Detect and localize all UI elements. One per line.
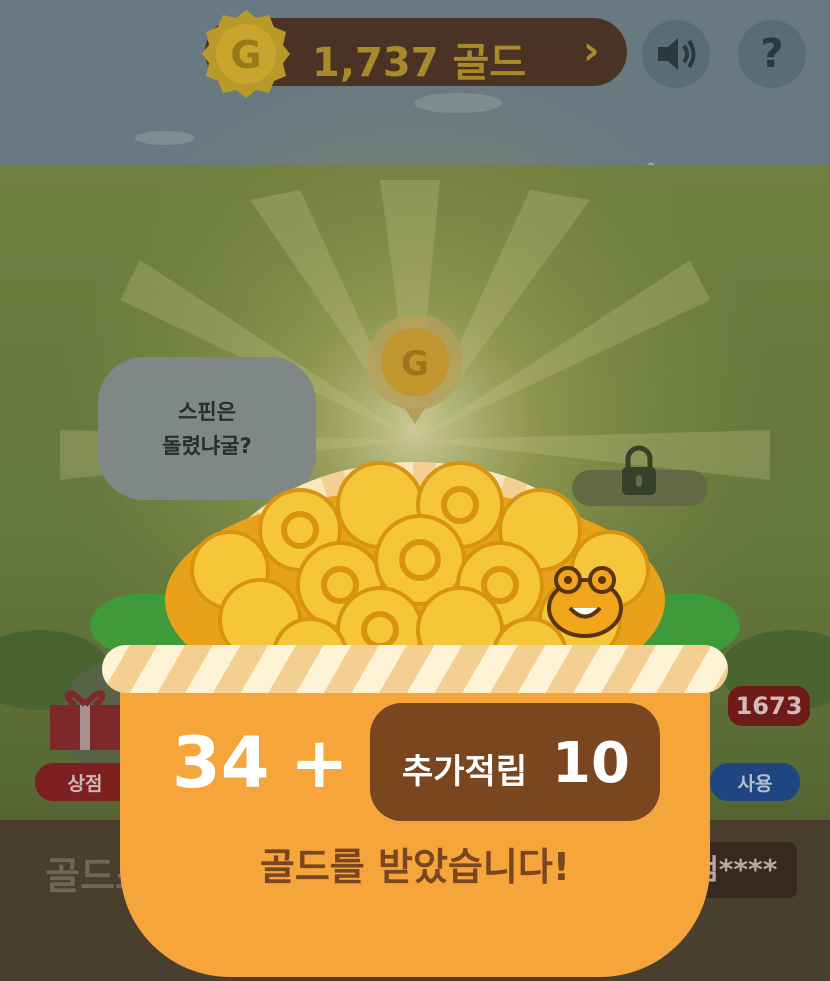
reward-plus-sign: + — [290, 722, 349, 804]
bonus-amount: 10 — [552, 731, 630, 796]
reward-base-amount: 34 — [172, 722, 270, 804]
frog-mascot — [547, 566, 623, 638]
reward-message: 골드를 받았습니다! — [259, 845, 571, 889]
basket-rim — [102, 645, 728, 693]
bonus-label: 추가적립 — [402, 752, 528, 792]
